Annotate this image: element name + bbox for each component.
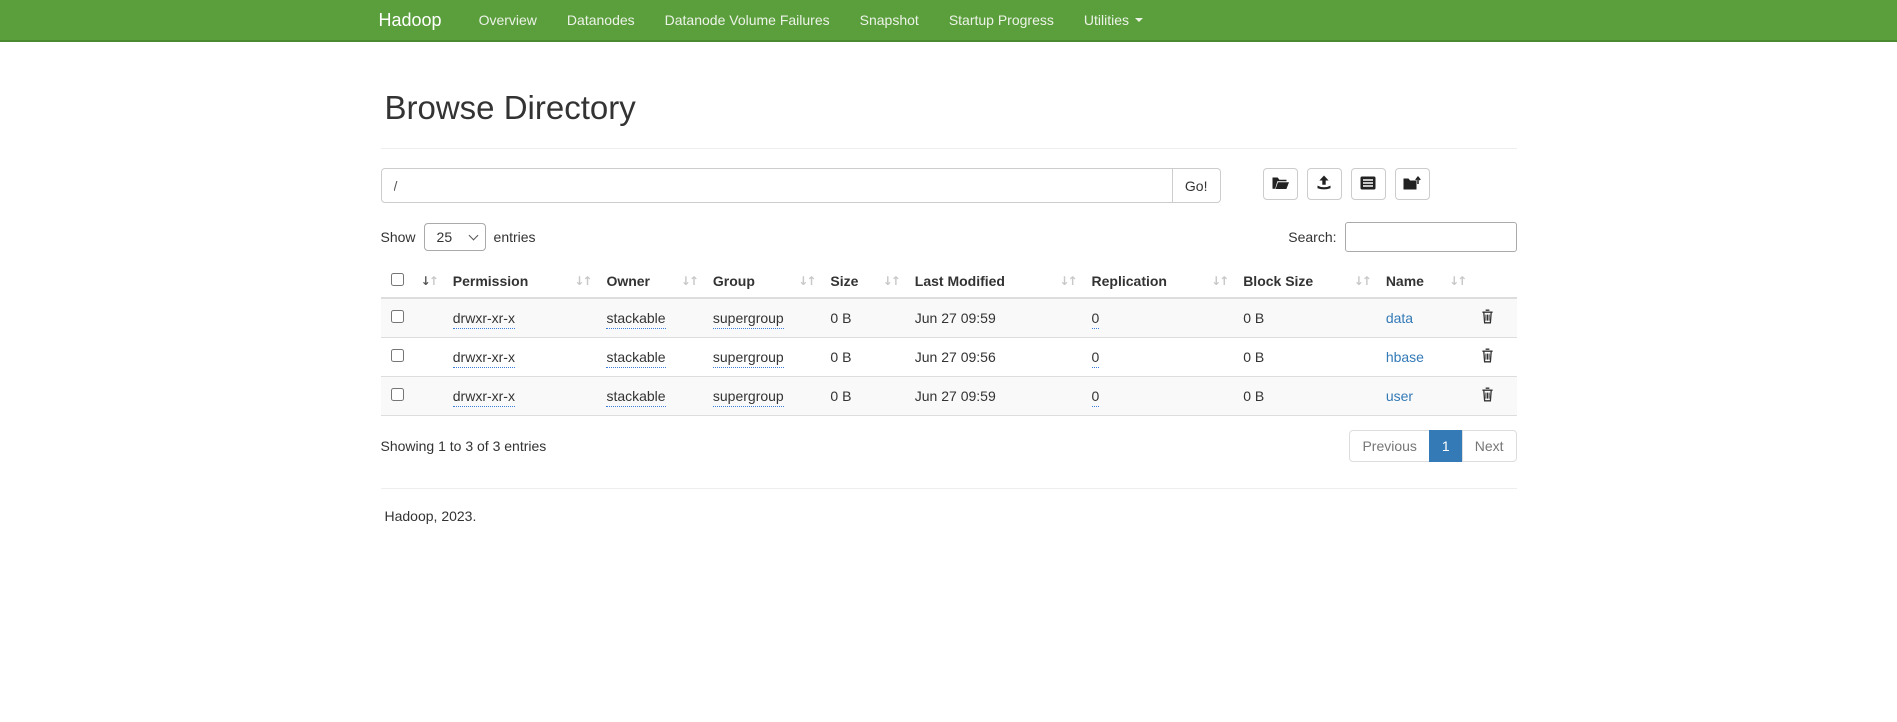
list-alt-button[interactable] [1351, 168, 1386, 200]
navbar-brand[interactable]: Hadoop [369, 10, 464, 31]
column-header-size[interactable]: Size ↓↑ [820, 265, 904, 298]
pagination: Previous 1 Next [1349, 430, 1516, 462]
last-modified-cell: Jun 27 09:59 [915, 388, 996, 404]
footer-divider [381, 488, 1517, 489]
owner-cell[interactable]: stackable [606, 349, 665, 368]
column-header-last-modified[interactable]: Last Modified ↓↑ [905, 265, 1082, 298]
replication-cell[interactable]: 0 [1092, 310, 1100, 329]
replication-cell[interactable]: 0 [1092, 349, 1100, 368]
page-1-button[interactable]: 1 [1429, 430, 1463, 462]
page-length-control: Show 25 entries [381, 223, 536, 251]
nav-item-startup-progress[interactable]: Startup Progress [934, 0, 1069, 40]
entries-label: entries [494, 229, 536, 245]
move-folder-button[interactable] [1395, 168, 1430, 200]
size-cell: 0 B [830, 310, 851, 326]
nav-item-utilities[interactable]: Utilities [1069, 0, 1158, 40]
owner-cell[interactable]: stackable [606, 310, 665, 329]
table-row: drwxr-xr-x stackable supergroup 0 B Jun … [381, 377, 1517, 416]
block-size-cell: 0 B [1243, 310, 1264, 326]
nav-item-snapshot[interactable]: Snapshot [845, 0, 934, 40]
sort-icon: ↓↑ [883, 274, 899, 288]
sort-icon: ↓↑ [798, 274, 814, 288]
directory-table: ↓↑ Permission ↓↑ Owner ↓↑ Group ↓↑ Size … [381, 265, 1517, 416]
permission-cell[interactable]: drwxr-xr-x [453, 349, 515, 368]
show-label: Show [381, 229, 416, 245]
row-checkbox[interactable] [391, 310, 404, 323]
group-cell[interactable]: supergroup [713, 310, 784, 329]
owner-cell[interactable]: stackable [606, 388, 665, 407]
path-input-group: Go! [381, 168, 1221, 203]
search-input[interactable] [1345, 222, 1517, 252]
path-input[interactable] [381, 168, 1173, 203]
permission-cell[interactable]: drwxr-xr-x [453, 310, 515, 329]
column-header-permission[interactable]: Permission ↓↑ [443, 265, 597, 298]
directory-link[interactable]: hbase [1386, 349, 1424, 365]
folder-move-icon [1403, 176, 1421, 193]
sort-icon: ↓↑ [681, 274, 697, 288]
page-title: Browse Directory [385, 89, 1517, 127]
previous-page-button[interactable]: Previous [1349, 430, 1429, 462]
table-row: drwxr-xr-x stackable supergroup 0 B Jun … [381, 298, 1517, 338]
directory-link[interactable]: data [1386, 310, 1413, 326]
directory-link[interactable]: user [1386, 388, 1413, 404]
top-navbar: Hadoop Overview Datanodes Datanode Volum… [0, 0, 1897, 42]
size-cell: 0 B [830, 388, 851, 404]
column-header-actions [1471, 265, 1516, 298]
table-header-row: ↓↑ Permission ↓↑ Owner ↓↑ Group ↓↑ Size … [381, 265, 1517, 298]
permission-cell[interactable]: drwxr-xr-x [453, 388, 515, 407]
upload-icon [1316, 175, 1332, 193]
search-control: Search: [1288, 222, 1516, 252]
delete-button[interactable] [1481, 348, 1494, 363]
last-modified-cell: Jun 27 09:59 [915, 310, 996, 326]
title-divider [381, 148, 1517, 149]
next-page-button[interactable]: Next [1462, 430, 1517, 462]
delete-button[interactable] [1481, 309, 1494, 324]
nav-item-datanodes[interactable]: Datanodes [552, 0, 650, 40]
group-cell[interactable]: supergroup [713, 349, 784, 368]
trash-icon [1481, 390, 1494, 405]
delete-button[interactable] [1481, 387, 1494, 402]
table-row: drwxr-xr-x stackable supergroup 0 B Jun … [381, 338, 1517, 377]
create-directory-button[interactable] [1263, 168, 1298, 200]
nav-item-datanode-volume-failures[interactable]: Datanode Volume Failures [650, 0, 845, 40]
column-header-block-size[interactable]: Block Size ↓↑ [1233, 265, 1376, 298]
group-cell[interactable]: supergroup [713, 388, 784, 407]
trash-icon [1481, 351, 1494, 366]
list-alt-icon [1360, 176, 1376, 193]
row-checkbox[interactable] [391, 349, 404, 362]
block-size-cell: 0 B [1243, 349, 1264, 365]
sort-icon: ↓↑ [421, 274, 437, 288]
column-header-owner[interactable]: Owner ↓↑ [596, 265, 702, 298]
nav-item-overview[interactable]: Overview [464, 0, 552, 40]
sort-icon: ↓↑ [1449, 274, 1465, 288]
entries-info: Showing 1 to 3 of 3 entries [381, 438, 547, 454]
page-size-select[interactable]: 25 [424, 223, 486, 251]
directory-action-buttons [1263, 168, 1430, 200]
replication-cell[interactable]: 0 [1092, 388, 1100, 407]
column-header-replication[interactable]: Replication ↓↑ [1082, 265, 1234, 298]
select-all-checkbox[interactable] [391, 273, 404, 286]
sort-icon: ↓↑ [1059, 274, 1075, 288]
trash-icon [1481, 312, 1494, 327]
sort-icon: ↓↑ [1354, 274, 1370, 288]
row-checkbox[interactable] [391, 388, 404, 401]
sort-icon: ↓↑ [1211, 274, 1227, 288]
go-button[interactable]: Go! [1173, 168, 1221, 203]
search-label: Search: [1288, 229, 1336, 245]
block-size-cell: 0 B [1243, 388, 1264, 404]
column-header-name[interactable]: Name ↓↑ [1376, 265, 1471, 298]
caret-down-icon [1135, 18, 1143, 22]
site-footer: Hadoop, 2023. [385, 508, 1517, 524]
sort-icon: ↓↑ [574, 274, 590, 288]
folder-open-icon [1272, 176, 1289, 193]
upload-files-button[interactable] [1307, 168, 1342, 200]
column-header-select-all[interactable]: ↓↑ [381, 265, 443, 298]
last-modified-cell: Jun 27 09:56 [915, 349, 996, 365]
column-header-group[interactable]: Group ↓↑ [703, 265, 821, 298]
size-cell: 0 B [830, 349, 851, 365]
